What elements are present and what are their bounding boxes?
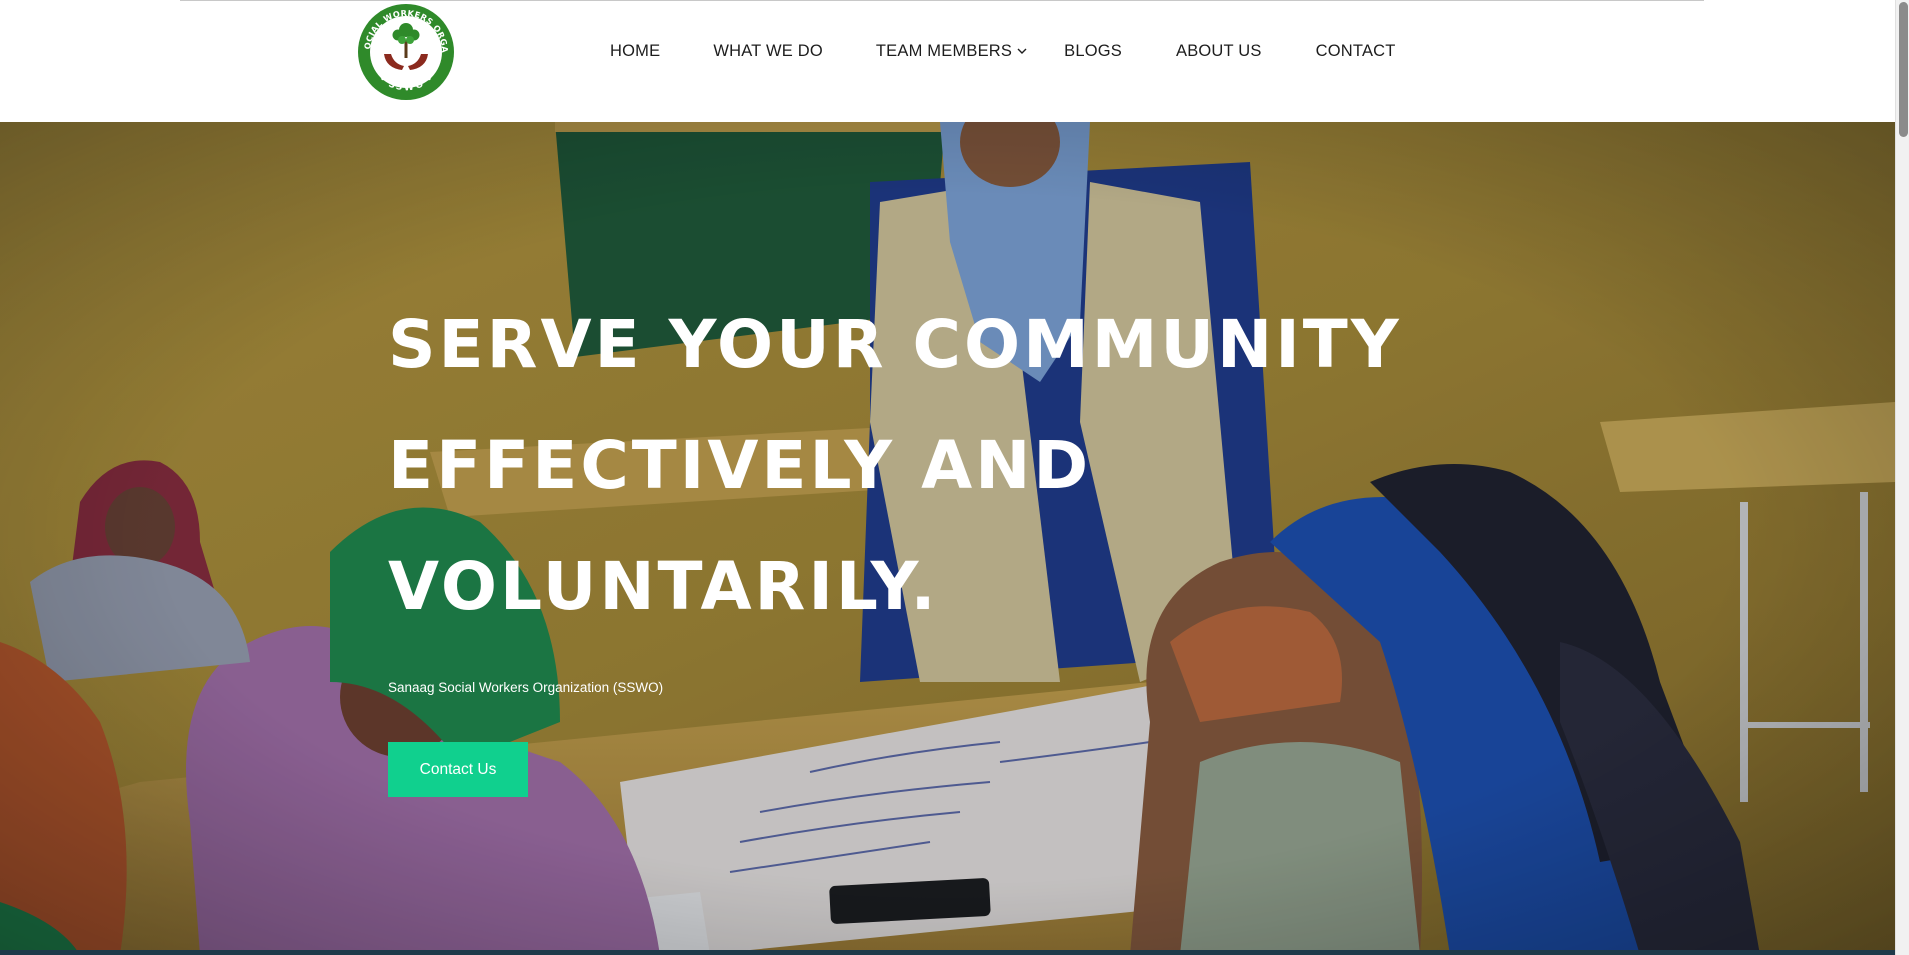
site-header: SANAAG SOCIAL WORKERS ORGANIZATION • SSW… <box>0 0 1895 122</box>
nav-team-members-label: TEAM MEMBERS <box>875 41 1013 60</box>
nav-about-us[interactable]: ABOUT US <box>1176 42 1262 61</box>
hero-subtitle: Sanaag Social Workers Organization (SSWO… <box>388 680 664 695</box>
scrollbar-thumb[interactable] <box>1899 2 1908 137</box>
hero-headline-line-2: EFFECTIVELY AND <box>388 427 1092 504</box>
page: SANAAG SOCIAL WORKERS ORGANIZATION • SSW… <box>0 0 1909 955</box>
contact-us-button[interactable]: Contact Us <box>388 742 528 797</box>
nav-contact[interactable]: CONTACT <box>1316 42 1396 61</box>
nav-blogs[interactable]: BLOGS <box>1064 42 1122 61</box>
nav-home[interactable]: HOME <box>610 42 660 61</box>
header-divider <box>180 0 1704 1</box>
nav-team-members[interactable]: TEAM MEMBERS <box>876 42 1027 61</box>
page-bottom-edge <box>0 950 1895 955</box>
hero-headline-line-3: VOLUNTARILY. <box>388 548 939 625</box>
hero-section: SERVE YOUR COMMUNITY EFFECTIVELY AND VOL… <box>0 122 1895 955</box>
vertical-scrollbar[interactable] <box>1895 0 1909 955</box>
nav-what-we-do[interactable]: WHAT WE DO <box>713 42 823 61</box>
hero-headline: SERVE YOUR COMMUNITY EFFECTIVELY AND VOL… <box>388 284 1402 647</box>
chevron-down-icon <box>1017 48 1027 54</box>
hero-headline-line-1: SERVE YOUR COMMUNITY <box>388 306 1402 383</box>
main-navigation: HOME WHAT WE DO TEAM MEMBERS BLOGS ABOUT… <box>610 36 1396 66</box>
sswo-logo[interactable]: SANAAG SOCIAL WORKERS ORGANIZATION • SSW… <box>356 2 456 102</box>
